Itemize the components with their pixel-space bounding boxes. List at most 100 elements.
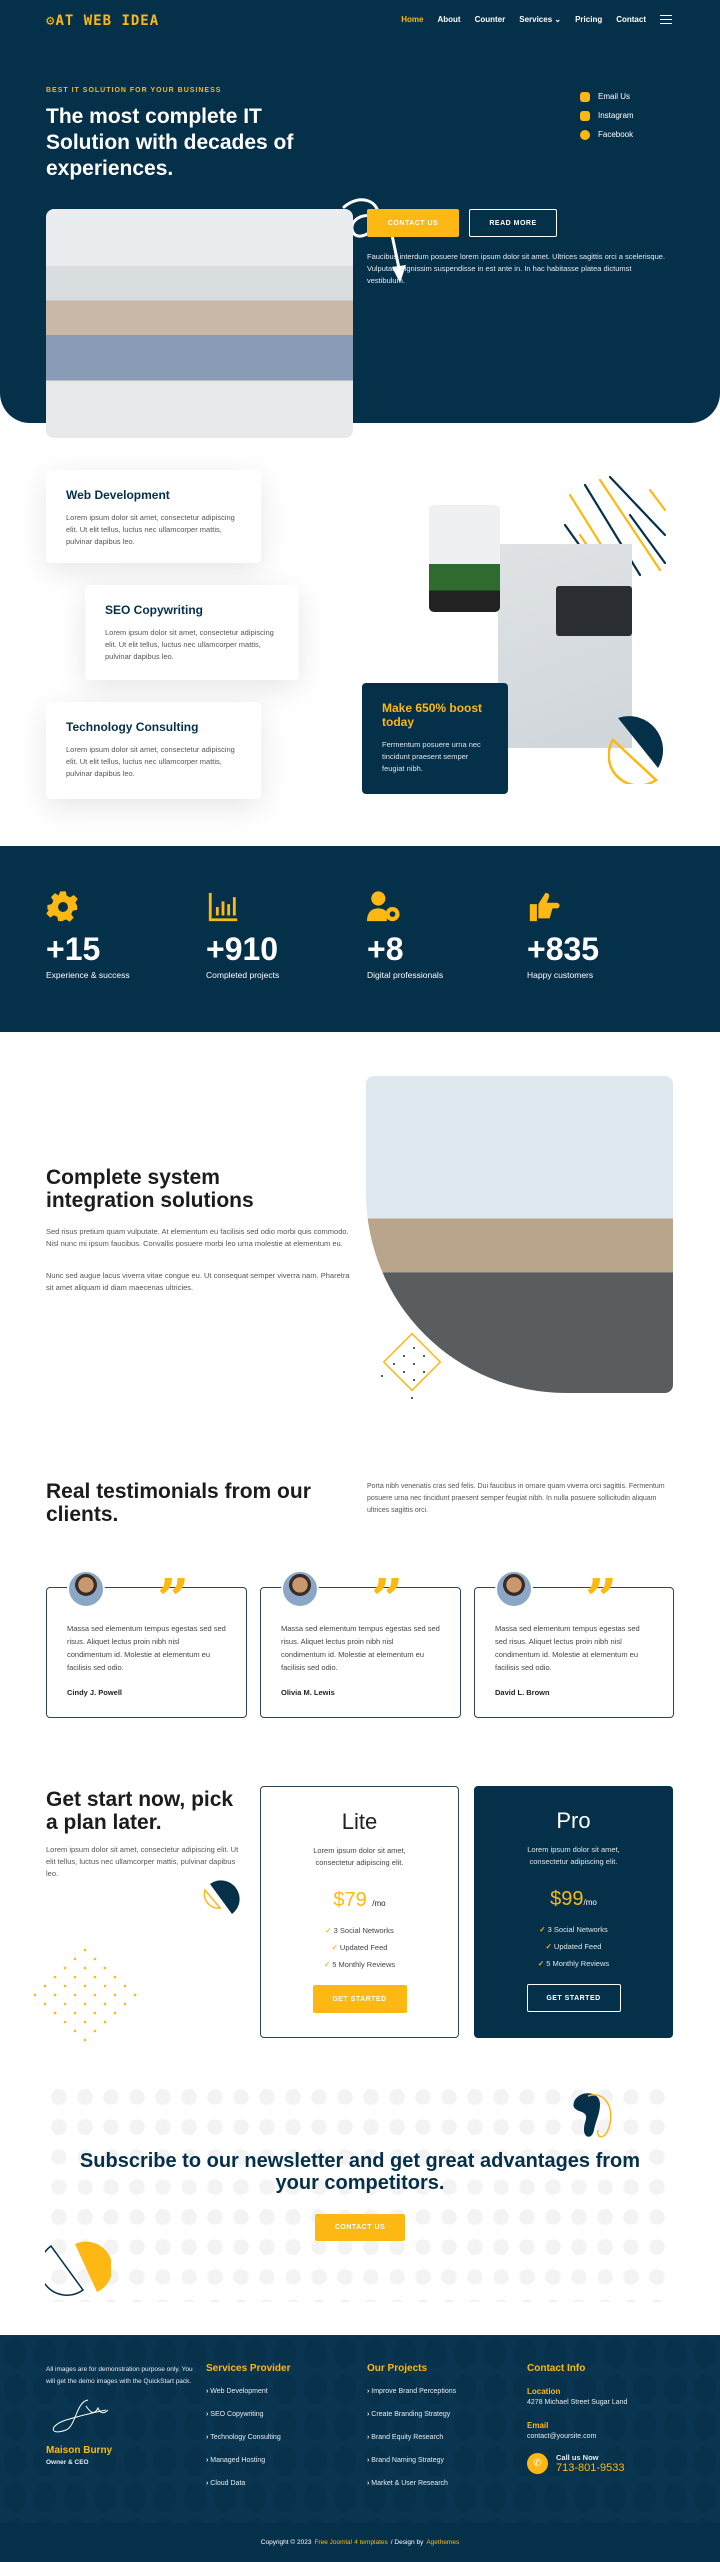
testimonial-card: ” Massa sed elementum tempus egestas sed … xyxy=(474,1570,674,1718)
dot xyxy=(103,1984,107,1988)
dot xyxy=(113,1975,117,1979)
social-email[interactable]: Email Us xyxy=(580,87,634,106)
dot xyxy=(53,1993,57,1997)
monitor-photo xyxy=(429,505,500,612)
quote-icon: ” xyxy=(371,1567,404,1633)
blob-decoration xyxy=(573,2093,612,2138)
quote-icon: ” xyxy=(157,1567,190,1633)
pro-get-started-button[interactable]: GET STARTED xyxy=(526,1984,621,2012)
footer-about: All images are for demonstration purpose… xyxy=(46,2366,193,2466)
dot xyxy=(73,1957,77,1961)
footer-link[interactable]: Technology Consulting xyxy=(206,2432,291,2443)
stat-customers: +835 Happy customers xyxy=(527,890,599,980)
semicircle-decoration xyxy=(608,716,664,784)
footer-contact: Contact Info Location 4278 Michael Stree… xyxy=(527,2363,677,2474)
laptop-shape xyxy=(556,586,632,636)
pricing-text: Lorem ipsum dolor sit amet, consectetur … xyxy=(46,1845,239,1878)
footer-services: Services Provider Web Development SEO Co… xyxy=(206,2363,291,2501)
diamond-decoration xyxy=(381,1332,442,1399)
dot xyxy=(73,1993,77,1997)
dot xyxy=(63,2002,67,2006)
boost-card: Make 650% boost today Fermentum posuere … xyxy=(362,683,508,794)
dot xyxy=(53,2011,57,2015)
dot xyxy=(83,1966,87,1970)
nav-pricing[interactable]: Pricing xyxy=(575,15,602,24)
hero-read-more-button[interactable]: READ MORE xyxy=(469,209,557,237)
signature xyxy=(52,2399,109,2433)
dot xyxy=(123,2002,127,2006)
quote-icon: ” xyxy=(585,1567,618,1633)
subscribe-contact-button[interactable]: CONTACT US xyxy=(315,2214,405,2241)
footer-email-link[interactable]: contact@yoursite.com xyxy=(527,2431,677,2442)
service-card-seo[interactable]: SEO Copywriting Lorem ipsum dolor sit ame… xyxy=(85,585,299,680)
envelope-icon xyxy=(580,91,590,102)
lite-get-started-button[interactable]: GET STARTED xyxy=(312,1985,407,2013)
dot xyxy=(93,1957,97,1961)
dot xyxy=(63,1966,67,1970)
testimonials-title: Real testimonials from our clients. xyxy=(46,1480,311,1526)
dot xyxy=(113,2011,117,2015)
team-photo xyxy=(46,209,353,438)
instagram-icon xyxy=(580,110,590,121)
hero-contact-button[interactable]: CONTACT US xyxy=(367,209,459,237)
templates-link[interactable]: Free Joomla! 4 templates xyxy=(314,2539,387,2546)
thumbs-up-icon xyxy=(529,892,560,922)
footer-link[interactable]: Brand Naming Strategy xyxy=(367,2455,456,2466)
gear-icon xyxy=(46,891,78,922)
dot xyxy=(73,1975,77,1979)
dot xyxy=(83,2020,87,2024)
stat-experience: +15 Experience & success xyxy=(46,890,130,980)
main-nav: Home About Counter Services ⌄ Pricing Co… xyxy=(401,15,672,24)
dot xyxy=(93,1993,97,1997)
bar-chart-icon xyxy=(208,892,238,922)
dot xyxy=(103,2020,107,2024)
nav-home[interactable]: Home xyxy=(401,15,423,24)
stat-projects: +910 Completed projects xyxy=(206,890,279,980)
integration-paragraph-2: Nunc sed augue lacus viverra vitae congu… xyxy=(46,1271,350,1292)
subscribe-title: Subscribe to our newsletter and get grea… xyxy=(79,2150,641,2194)
footer-link[interactable]: Managed Hosting xyxy=(206,2455,291,2466)
footer-link[interactable]: Web Development xyxy=(206,2386,291,2397)
social-facebook[interactable]: Facebook xyxy=(580,125,634,144)
dot xyxy=(53,1975,57,1979)
testimonials-intro: Porta nibh venenatis cras sed felis. Dui… xyxy=(367,1483,665,1514)
pricing-title: Get start now, pick a plan later. xyxy=(46,1788,234,1834)
nav-counter[interactable]: Counter xyxy=(475,15,506,24)
social-instagram[interactable]: Instagram xyxy=(580,106,634,125)
footer-projects: Our Projects Improve Brand Perceptions C… xyxy=(367,2363,456,2501)
dot xyxy=(103,1966,107,1970)
avatar xyxy=(495,1570,533,1608)
dot xyxy=(43,2002,47,2006)
shape-decoration xyxy=(203,1880,240,1914)
dot xyxy=(93,1975,97,1979)
hero-paragraph: Faucibus interdum posuere lorem ipsum do… xyxy=(367,252,666,285)
copyright-bar: Copyright © 2023 Free Joomla! 4 template… xyxy=(0,2523,720,2562)
footer-link[interactable]: Create Branding Strategy xyxy=(367,2409,456,2420)
footer-link[interactable]: Brand Equity Research xyxy=(367,2432,456,2443)
nav-services[interactable]: Services ⌄ xyxy=(519,15,561,24)
dot xyxy=(73,2011,77,2015)
nav-contact[interactable]: Contact xyxy=(616,15,646,24)
logo[interactable]: ⚙AT WEB IDEA xyxy=(46,13,159,29)
stat-professionals: +8 Digital professionals xyxy=(367,890,443,980)
dot xyxy=(123,1984,127,1988)
integration-paragraph-1: Sed risus pretium quam vulputate. At ele… xyxy=(46,1227,349,1248)
service-card-tech-consulting[interactable]: Technology Consulting Lorem ipsum dolor s… xyxy=(46,702,261,799)
footer-link[interactable]: Market & User Research xyxy=(367,2478,456,2489)
footer-link[interactable]: Improve Brand Perceptions xyxy=(367,2386,456,2397)
messenger-icon xyxy=(580,129,590,140)
hamburger-menu-icon[interactable] xyxy=(660,15,672,24)
designer-link[interactable]: Agethemes xyxy=(426,2539,459,2546)
dot xyxy=(63,1984,67,1988)
social-links: Email Us Instagram Facebook xyxy=(580,87,634,144)
hero-tagline: BEST IT SOLUTION FOR YOUR BUSINESS xyxy=(46,87,222,94)
footer-link[interactable]: SEO Copywriting xyxy=(206,2409,291,2420)
service-card-web-development[interactable]: Web Development Lorem ipsum dolor sit ame… xyxy=(46,470,261,563)
avatar xyxy=(67,1570,105,1608)
testimonial-card: ” Massa sed elementum tempus egestas sed … xyxy=(46,1570,247,1718)
dot xyxy=(73,2029,77,2033)
nav-about[interactable]: About xyxy=(437,15,460,24)
footer-link[interactable]: Cloud Data xyxy=(206,2478,291,2489)
plan-pro: Pro Lorem ipsum dolor sit amet, consecte… xyxy=(474,1786,673,2038)
footer-phone-link[interactable]: 713-801-9533 xyxy=(556,2463,625,2474)
